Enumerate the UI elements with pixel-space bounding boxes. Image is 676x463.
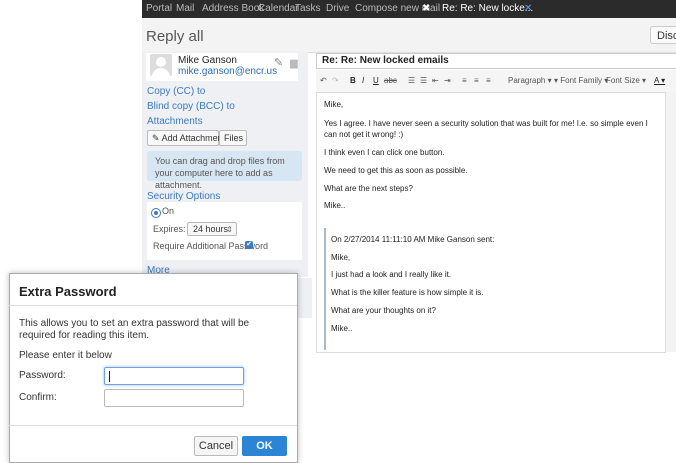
body-line: Mike,: [324, 100, 344, 109]
undo-icon[interactable]: ↶: [320, 76, 327, 85]
quote-line: Mike..: [331, 324, 353, 333]
text-color-icon[interactable]: A ▾: [654, 76, 665, 85]
quote-line: On 2/27/2014 11:11:10 AM Mike Ganson sen…: [331, 235, 495, 244]
quote-line: I just had a look and I really like it.: [331, 270, 452, 279]
numbered-list-icon[interactable]: ☰: [420, 76, 427, 85]
paragraph-label: Paragraph: [508, 76, 546, 85]
avatar: [150, 54, 172, 76]
discard-button[interactable]: Discard: [650, 26, 676, 44]
align-right-icon[interactable]: ≡: [486, 76, 491, 85]
expires-label: Expires:: [153, 224, 186, 234]
quote-line: What is the killer feature is how simple…: [331, 288, 484, 297]
editor-scrollbar[interactable]: [665, 92, 676, 352]
outdent-icon[interactable]: ⇤: [432, 76, 439, 85]
body-line: We need to get this as soon as possible.: [324, 166, 468, 175]
font-size-select[interactable]: Font Size ▾: [606, 76, 646, 85]
dialog-title: Extra Password: [19, 284, 117, 299]
subject-field[interactable]: Re: Re: New locked emails: [316, 53, 676, 69]
expires-select[interactable]: 24 hours ⇕: [187, 222, 237, 236]
body-line: What are the next steps?: [324, 184, 413, 193]
pin-icon[interactable]: ✖: [422, 3, 430, 14]
italic-icon[interactable]: I: [362, 76, 364, 85]
attachments-link[interactable]: Attachments: [147, 116, 203, 127]
font-size-label: Font Size: [606, 76, 640, 85]
bullet-list-icon[interactable]: ☰: [408, 76, 415, 85]
sender-name: Mike Ganson: [178, 55, 237, 66]
confirm-input[interactable]: [104, 389, 244, 407]
cancel-button[interactable]: Cancel: [194, 436, 238, 456]
quote-bar: [324, 228, 326, 350]
underline-icon[interactable]: U: [373, 76, 379, 85]
trash-icon[interactable]: ▆: [290, 58, 298, 69]
password-label: Password:: [19, 370, 66, 381]
files-button[interactable]: Files: [219, 130, 247, 146]
font-family-select[interactable]: ▾ Font Family ▾: [554, 76, 608, 85]
tab-calendar[interactable]: Calendar: [258, 3, 299, 14]
editor-toolbar: ↶ ↷ B I U abc ☰ ☰ ⇤ ⇥ ≡ ≡ ≡ Paragraph ▾ …: [316, 70, 676, 93]
dialog-description: This allows you to set an extra password…: [19, 318, 250, 341]
drop-zone[interactable]: You can drag and drop files from your co…: [147, 151, 302, 190]
paperclip-icon: ✎: [152, 133, 160, 143]
tab-mail[interactable]: Mail: [176, 3, 194, 14]
pane-edge: [298, 278, 312, 318]
on-radio[interactable]: [151, 208, 161, 218]
on-label: On: [162, 206, 175, 216]
quote-line: Mike,: [331, 253, 351, 262]
redo-icon[interactable]: ↷: [332, 76, 339, 85]
confirm-label: Confirm:: [19, 392, 57, 403]
page-title: Reply all: [146, 28, 204, 45]
sender-email[interactable]: mike.ganson@encr.us: [178, 66, 277, 77]
cc-link[interactable]: Copy (CC) to: [147, 86, 205, 97]
tab-reply-email[interactable]: Re: Re: New locke...: [442, 3, 533, 14]
dialog-footer-divider: [9, 425, 297, 426]
quote-line: What are your thoughts on it?: [331, 306, 436, 315]
ok-button[interactable]: OK: [242, 436, 287, 456]
strikethrough-icon[interactable]: abc: [384, 76, 397, 85]
body-line: I think even I can click one button.: [324, 148, 445, 157]
top-navigation-bar: Portal Mail Address Book Calendar Tasks …: [142, 0, 676, 18]
tab-drive[interactable]: Drive: [326, 3, 349, 14]
require-password-checkbox[interactable]: ✔: [245, 241, 253, 249]
align-left-icon[interactable]: ≡: [462, 76, 467, 85]
body-line: Yes I agree. I have never seen a securit…: [324, 119, 648, 139]
paragraph-select[interactable]: Paragraph ▾: [508, 76, 552, 85]
close-icon[interactable]: ✕: [524, 3, 532, 14]
align-center-icon[interactable]: ≡: [474, 76, 479, 85]
security-options-link[interactable]: Security Options: [147, 191, 220, 202]
bcc-link[interactable]: Blind copy (BCC) to: [147, 101, 235, 112]
indent-icon[interactable]: ⇥: [444, 76, 451, 85]
select-arrows-icon: ⇕: [226, 225, 233, 234]
dialog-prompt: Please enter it below: [19, 350, 112, 361]
compose-header: Reply all Discard: [142, 18, 676, 53]
tab-portal[interactable]: Portal: [146, 3, 172, 14]
expires-value: 24 hours: [193, 224, 229, 234]
add-attachment-label: Add Attachment: [161, 133, 226, 143]
body-line: Mike..: [324, 201, 346, 210]
tab-tasks[interactable]: Tasks: [295, 3, 321, 14]
tab-address-book[interactable]: Address Book: [202, 3, 264, 14]
password-input[interactable]: [104, 367, 244, 385]
text-caret: [109, 371, 110, 382]
add-attachment-button[interactable]: ✎ Add Attachment: [147, 130, 225, 146]
font-family-label: Font Family: [560, 76, 603, 85]
dialog-divider: [9, 305, 297, 306]
pencil-icon[interactable]: ✎: [274, 56, 283, 69]
bold-icon[interactable]: B: [350, 76, 356, 85]
